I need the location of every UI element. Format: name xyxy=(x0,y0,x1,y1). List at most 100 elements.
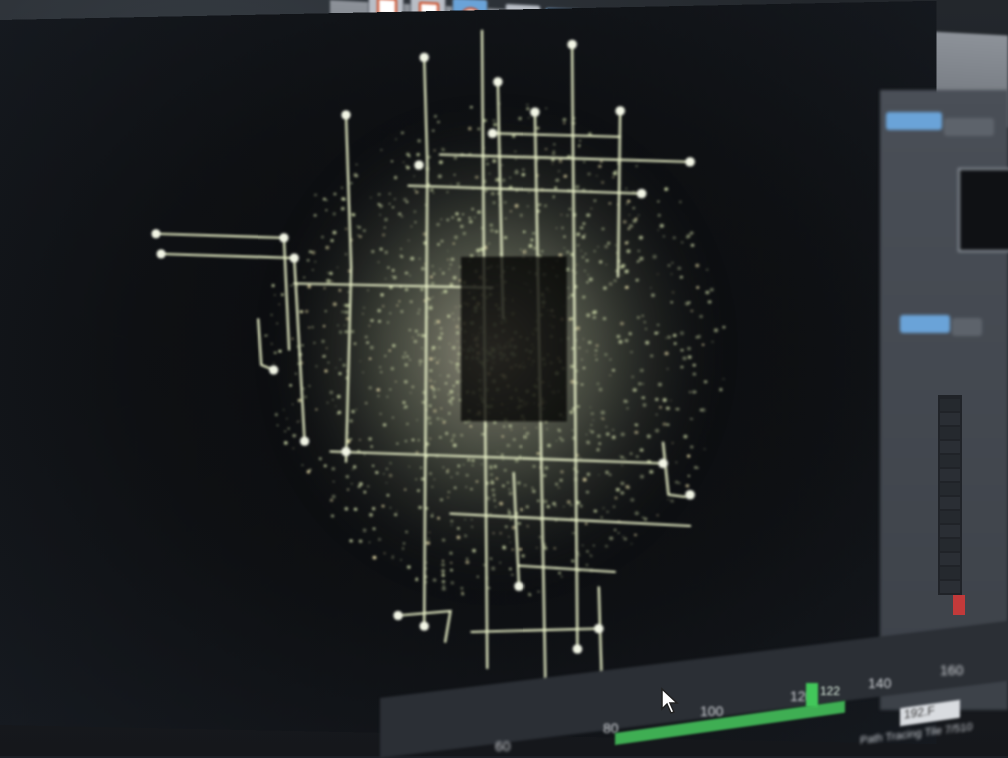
channel-row[interactable] xyxy=(940,455,960,467)
network-node xyxy=(615,106,625,116)
particle xyxy=(672,236,676,240)
particle xyxy=(407,239,410,242)
particle xyxy=(576,233,580,237)
particle xyxy=(526,525,529,528)
particle xyxy=(447,496,449,499)
particle xyxy=(509,517,513,521)
particle xyxy=(643,321,646,324)
particle xyxy=(608,282,613,286)
particle xyxy=(471,526,473,528)
3d-viewport[interactable] xyxy=(0,0,937,745)
record-indicator[interactable] xyxy=(953,595,965,615)
particle xyxy=(581,383,584,386)
particle xyxy=(656,514,659,517)
particle xyxy=(631,375,635,379)
particle xyxy=(690,418,692,420)
particle xyxy=(362,228,366,232)
particle xyxy=(273,362,275,364)
particle xyxy=(618,335,621,337)
particle xyxy=(563,235,566,238)
particle xyxy=(563,505,565,508)
channel-list[interactable] xyxy=(938,395,962,595)
channel-row[interactable] xyxy=(940,469,960,481)
particle xyxy=(639,474,644,479)
particle xyxy=(452,318,455,321)
particle xyxy=(596,382,600,386)
particle xyxy=(634,533,637,537)
particle xyxy=(338,372,342,376)
particle xyxy=(401,355,406,360)
particle xyxy=(510,428,513,431)
channel-row[interactable] xyxy=(940,553,960,565)
particle xyxy=(670,300,674,304)
channel-row[interactable] xyxy=(940,413,960,425)
particle xyxy=(436,320,441,324)
particle xyxy=(687,475,690,477)
particle xyxy=(580,358,583,361)
particle xyxy=(451,437,454,440)
particle xyxy=(535,426,538,429)
panel-tab-active-2[interactable] xyxy=(900,315,950,333)
particle xyxy=(600,410,605,415)
particle xyxy=(642,383,644,385)
channel-row[interactable] xyxy=(940,525,960,537)
particle xyxy=(461,213,464,216)
panel-tab-2[interactable] xyxy=(952,318,982,336)
particle xyxy=(645,328,647,330)
particle xyxy=(442,421,446,424)
particle xyxy=(502,425,506,428)
channel-row[interactable] xyxy=(940,567,960,579)
particle xyxy=(577,405,580,408)
channel-row[interactable] xyxy=(940,399,960,411)
particle xyxy=(722,325,726,329)
playhead[interactable] xyxy=(806,683,818,707)
channel-row[interactable] xyxy=(940,427,960,439)
particle xyxy=(418,505,423,510)
particle xyxy=(579,504,583,508)
particle xyxy=(620,432,625,437)
particle xyxy=(582,366,586,370)
particle xyxy=(341,310,345,314)
particle xyxy=(511,525,516,530)
particle xyxy=(504,525,508,529)
particle xyxy=(298,420,300,422)
particle xyxy=(586,350,588,352)
channel-row[interactable] xyxy=(940,511,960,523)
particle xyxy=(369,345,374,350)
particle xyxy=(632,387,637,392)
particle xyxy=(447,314,451,318)
particle xyxy=(383,226,386,229)
particle xyxy=(489,464,493,468)
panel-tab-active[interactable] xyxy=(886,112,942,130)
particle xyxy=(508,491,513,496)
particle xyxy=(657,323,660,326)
particle xyxy=(695,263,700,268)
network-node xyxy=(685,490,695,500)
particle xyxy=(353,342,357,345)
channel-row[interactable] xyxy=(940,497,960,509)
channel-row[interactable] xyxy=(940,483,960,495)
particle xyxy=(697,334,702,339)
particle-visualization xyxy=(151,1,739,744)
particle xyxy=(384,355,387,357)
particle xyxy=(641,396,644,399)
particle xyxy=(572,531,575,535)
particle xyxy=(467,458,471,462)
particle xyxy=(452,275,457,280)
particle xyxy=(413,210,417,213)
particle xyxy=(449,263,453,266)
channel-row[interactable] xyxy=(940,539,960,551)
particle xyxy=(711,340,714,343)
particle xyxy=(605,432,610,437)
channel-row[interactable] xyxy=(940,581,960,593)
particle xyxy=(630,350,633,354)
particle xyxy=(617,532,620,534)
channel-row[interactable] xyxy=(940,441,960,453)
particle xyxy=(432,387,436,392)
particle xyxy=(344,310,349,314)
particle xyxy=(455,212,459,216)
network-node xyxy=(658,458,668,469)
particle xyxy=(427,416,432,421)
particle xyxy=(325,246,328,249)
panel-tab[interactable] xyxy=(944,118,994,136)
